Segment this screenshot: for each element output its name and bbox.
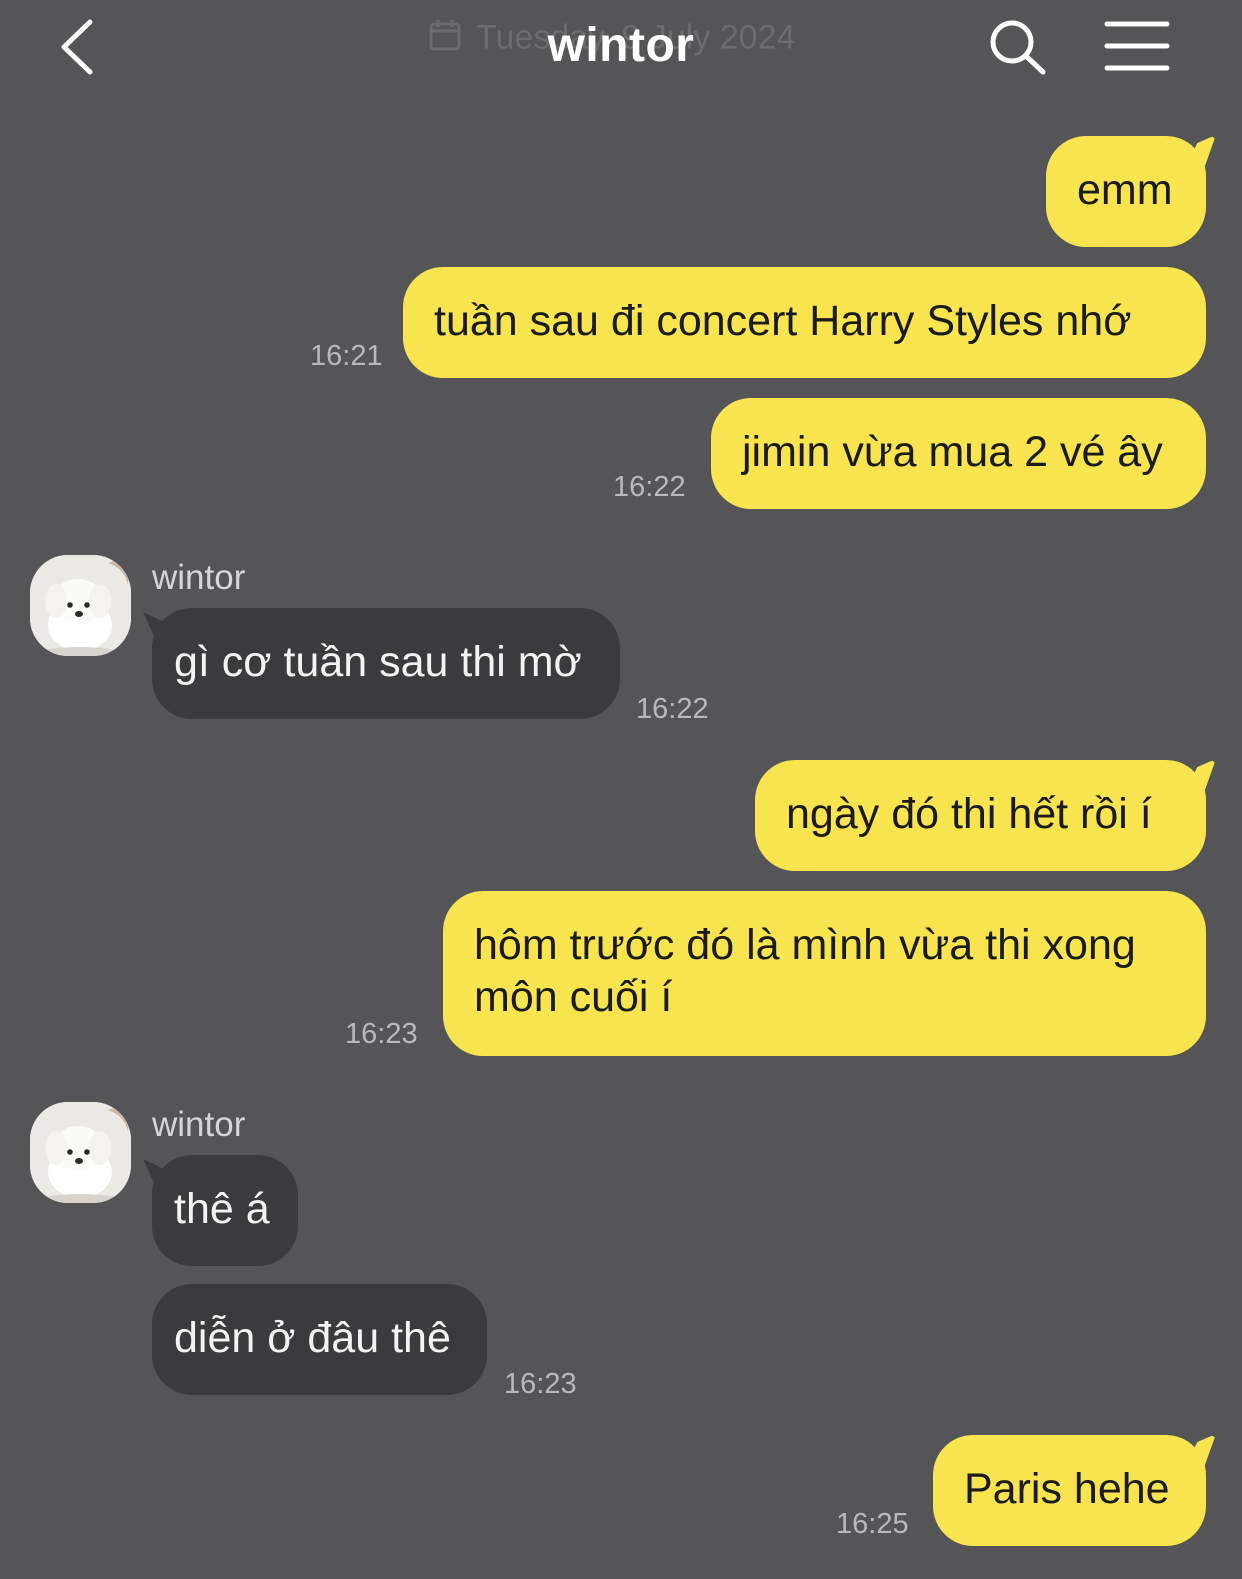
sender-name: wintor bbox=[152, 558, 246, 597]
menu-button[interactable] bbox=[1104, 20, 1170, 77]
message-time: 16:22 bbox=[636, 693, 709, 725]
message-text: gì cơ tuần sau thi mờ bbox=[174, 638, 582, 686]
hamburger-menu-icon bbox=[1104, 21, 1170, 71]
message-time: 16:21 bbox=[310, 340, 383, 372]
message-bubble[interactable]: ngày đó thi hết rồi í bbox=[755, 760, 1206, 871]
avatar[interactable] bbox=[30, 555, 131, 656]
message-time: 16:23 bbox=[504, 1368, 577, 1400]
chat-header: Tuesday, 9 July 2024 wintor bbox=[0, 0, 1242, 100]
message-text: jimin vừa mua 2 vé ây bbox=[742, 428, 1163, 476]
message-bubble[interactable]: gì cơ tuần sau thi mờ bbox=[152, 608, 620, 719]
message-text-line: môn cuối í bbox=[474, 973, 673, 1021]
message-time: 16:23 bbox=[345, 1018, 418, 1050]
sender-name: wintor bbox=[152, 1105, 246, 1144]
dog-avatar-image bbox=[30, 555, 131, 656]
search-button[interactable] bbox=[988, 18, 1048, 81]
chat-title: wintor bbox=[547, 19, 695, 72]
message-time: 16:22 bbox=[613, 471, 686, 503]
search-icon bbox=[990, 20, 1046, 75]
chevron-left-icon bbox=[61, 19, 93, 75]
message-text: Paris hehe bbox=[964, 1465, 1170, 1513]
message-text: thê á bbox=[174, 1185, 270, 1233]
message-bubble[interactable]: thê á bbox=[152, 1155, 298, 1266]
message-bubble[interactable]: jimin vừa mua 2 vé ây bbox=[711, 398, 1206, 509]
message-text: diễn ở đâu thê bbox=[174, 1314, 451, 1362]
message-text: ngày đó thi hết rồi í bbox=[786, 790, 1152, 838]
message-text: tuần sau đi concert Harry Styles nhớ bbox=[434, 297, 1132, 345]
message-text-line: hôm trước đó là mình vừa thi xong bbox=[474, 921, 1136, 969]
message-text: emm bbox=[1077, 166, 1173, 214]
dog-avatar-image bbox=[30, 1102, 131, 1203]
message-bubble[interactable]: emm bbox=[1046, 136, 1206, 247]
back-button[interactable] bbox=[55, 18, 97, 81]
message-bubble[interactable]: diễn ở đâu thê bbox=[152, 1284, 487, 1395]
message-bubble[interactable]: Paris hehe bbox=[933, 1435, 1206, 1546]
avatar[interactable] bbox=[30, 1102, 131, 1203]
message-bubble[interactable]: hôm trước đó là mình vừa thi xong môn cu… bbox=[443, 891, 1206, 1056]
message-bubble[interactable]: tuần sau đi concert Harry Styles nhớ bbox=[403, 267, 1206, 378]
message-time: 16:25 bbox=[836, 1508, 909, 1540]
